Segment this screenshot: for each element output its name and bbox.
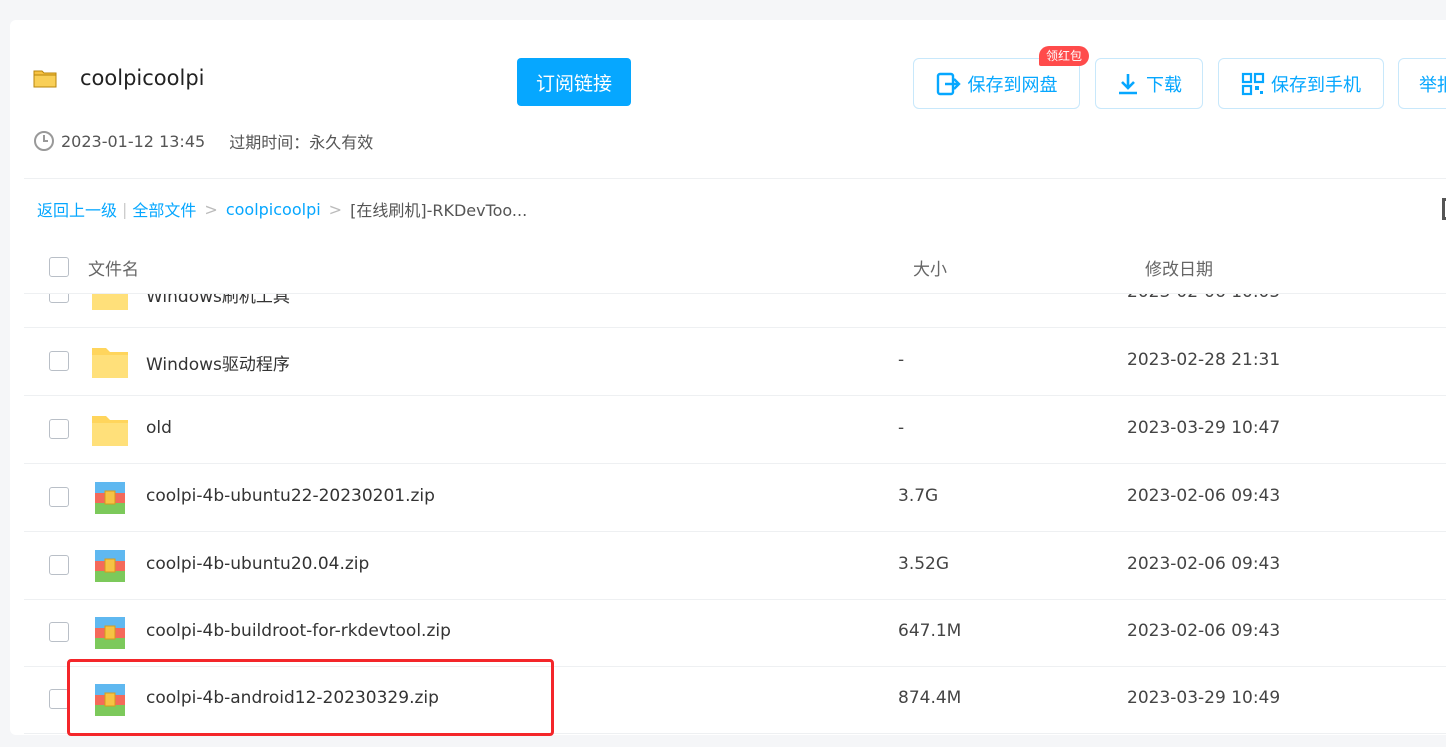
file-name[interactable]: coolpi-4b-ubuntu22-20230201.zip bbox=[146, 486, 435, 506]
created-time: 2023-01-12 13:45 bbox=[61, 131, 206, 151]
file-size: - bbox=[898, 294, 904, 302]
file-date: 2023-03-29 10:47 bbox=[1127, 418, 1281, 438]
save-cloud-icon bbox=[936, 72, 961, 95]
col-name-header[interactable]: 文件名 bbox=[88, 255, 139, 280]
table-row[interactable]: old - 2023-03-29 10:47 bbox=[24, 396, 1446, 464]
select-all-checkbox[interactable] bbox=[49, 257, 69, 277]
red-packet-badge[interactable]: 领红包 bbox=[1039, 46, 1090, 66]
file-date: 2023-02-06 09:43 bbox=[1127, 621, 1281, 641]
zip-archive-icon bbox=[95, 482, 125, 514]
table-row[interactable]: coolpi-4b-buildroot-for-rkdevtool.zip 64… bbox=[24, 599, 1446, 667]
report-label: 举报 bbox=[1419, 74, 1446, 96]
file-name[interactable]: Windows刷机工具 bbox=[146, 294, 290, 307]
clock-icon bbox=[34, 131, 54, 151]
row-checkbox[interactable] bbox=[49, 622, 69, 642]
divider bbox=[24, 178, 1446, 179]
file-size: 647.1M bbox=[898, 621, 962, 641]
file-size: - bbox=[898, 350, 905, 370]
report-button[interactable]: 举报 bbox=[1398, 58, 1446, 109]
folder-icon bbox=[92, 348, 128, 378]
row-checkbox[interactable] bbox=[49, 555, 69, 575]
file-date: 2023-02-06 09:43 bbox=[1127, 486, 1281, 506]
file-date: 2023-02-06 10:05 bbox=[1127, 294, 1280, 302]
download-button[interactable]: 下载 bbox=[1095, 58, 1203, 109]
file-size: 3.52G bbox=[898, 554, 950, 574]
table-row[interactable]: Windows驱动程序 - 2023-02-28 21:31 bbox=[24, 328, 1446, 396]
subscribe-link-button[interactable]: 订阅链接 bbox=[517, 58, 631, 106]
file-date: 2023-03-29 10:49 bbox=[1127, 688, 1281, 708]
row-checkbox[interactable] bbox=[49, 689, 69, 709]
table-row[interactable]: Windows刷机工具 - 2023-02-06 10:05 bbox=[24, 294, 1446, 328]
file-name[interactable]: Windows驱动程序 bbox=[146, 350, 290, 375]
file-name[interactable]: coolpi-4b-android12-20230329.zip bbox=[146, 688, 439, 708]
crumb-separator: > bbox=[204, 199, 218, 219]
side-panel-handle[interactable] bbox=[1442, 198, 1446, 220]
row-checkbox[interactable] bbox=[49, 351, 69, 371]
download-icon bbox=[1119, 73, 1137, 94]
crumb-separator: > bbox=[328, 199, 343, 219]
back-link[interactable]: 返回上一级 bbox=[37, 197, 117, 221]
table-row[interactable]: coolpi-4b-android12-20230329.zip 874.4M … bbox=[24, 666, 1446, 734]
file-size: - bbox=[898, 418, 905, 438]
file-size: 3.7G bbox=[898, 486, 939, 506]
share-title: coolpicoolpi bbox=[80, 66, 205, 90]
table-header: 文件名 大小 修改日期 bbox=[24, 240, 1446, 294]
table-row[interactable]: coolpi-4b-ubuntu20.04.zip 3.52G 2023-02-… bbox=[24, 532, 1446, 600]
current-folder: [在线刷机]-RKDevToo... bbox=[350, 201, 528, 220]
folder-icon bbox=[92, 294, 128, 310]
breadcrumb: 返回上一级 | 全部文件 > coolpicoolpi > [在线刷机]-RKD… bbox=[37, 197, 527, 221]
file-date: 2023-02-06 09:43 bbox=[1127, 554, 1281, 574]
zip-archive-icon bbox=[95, 550, 125, 582]
table-row[interactable]: coolpi-4b-ubuntu22-20230201.zip 3.7G 202… bbox=[24, 464, 1446, 532]
qr-code-icon bbox=[1241, 72, 1265, 95]
folder-icon bbox=[92, 416, 128, 446]
download-label: 下载 bbox=[1146, 74, 1182, 96]
save-to-phone-label: 保存到手机 bbox=[1271, 74, 1361, 96]
expire-time: 过期时间：永久有效 bbox=[229, 133, 374, 152]
folder-icon bbox=[33, 70, 57, 88]
share-meta: 2023-01-12 13:45 过期时间：永久有效 bbox=[33, 129, 373, 153]
row-checkbox[interactable] bbox=[49, 487, 69, 507]
col-date-header[interactable]: 修改日期 bbox=[1145, 255, 1213, 280]
zip-archive-icon bbox=[95, 617, 125, 649]
file-list[interactable]: Windows刷机工具 - 2023-02-06 10:05 Windows驱动… bbox=[24, 294, 1446, 735]
crumb-divider: | bbox=[122, 199, 128, 219]
file-name[interactable]: coolpi-4b-buildroot-for-rkdevtool.zip bbox=[146, 621, 451, 641]
all-files-link[interactable]: 全部文件 bbox=[132, 197, 196, 221]
row-checkbox[interactable] bbox=[49, 419, 69, 439]
file-name[interactable]: coolpi-4b-ubuntu20.04.zip bbox=[146, 554, 369, 574]
save-to-phone-button[interactable]: 保存到手机 bbox=[1218, 58, 1384, 109]
col-size-header[interactable]: 大小 bbox=[913, 255, 947, 280]
file-name[interactable]: old bbox=[146, 418, 172, 438]
file-size: 874.4M bbox=[898, 688, 962, 708]
save-to-cloud-label: 保存到网盘 bbox=[967, 74, 1058, 96]
folder-link[interactable]: coolpicoolpi bbox=[226, 200, 321, 219]
file-date: 2023-02-28 21:31 bbox=[1127, 350, 1281, 370]
row-checkbox[interactable] bbox=[49, 294, 69, 303]
zip-archive-icon bbox=[95, 684, 125, 716]
